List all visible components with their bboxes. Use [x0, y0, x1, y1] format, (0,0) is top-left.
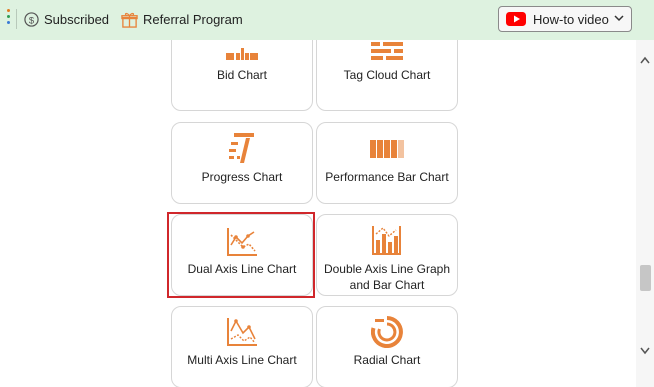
radial-chart-icon: [371, 316, 403, 348]
subscribed-label: Subscribed: [44, 11, 110, 27]
card-label: Dual Axis Line Chart: [187, 262, 297, 276]
how-to-video-dropdown[interactable]: How-to video: [498, 6, 632, 32]
chevron-down-icon: [614, 15, 624, 22]
card-label: Progress Chart: [201, 170, 283, 184]
chart-card-radial-chart[interactable]: Radial Chart: [316, 306, 458, 387]
svg-text:$: $: [29, 15, 35, 25]
chart-card-double-axis-line-graph-and-bar-chart[interactable]: Double Axis Line Graph and Bar Chart: [316, 214, 458, 296]
bid-chart-icon: [226, 48, 258, 60]
chart-card-tag-cloud-chart[interactable]: Tag Cloud Chart: [316, 40, 458, 111]
chart-card-progress-chart[interactable]: Progress Chart: [171, 122, 313, 204]
tag-cloud-chart-icon: [371, 42, 403, 60]
card-label: Bid Chart: [216, 68, 268, 82]
card-label: Radial Chart: [353, 353, 421, 367]
chart-card-dual-axis-line-chart[interactable]: Dual Axis Line Chart: [171, 214, 313, 296]
performance-bar-chart-icon: [370, 140, 404, 158]
dollar-circle-icon: $: [24, 11, 39, 27]
card-label: Multi Axis Line Chart: [187, 353, 297, 367]
youtube-icon: [506, 12, 526, 26]
top-bar: $ Subscribed Referral Program How-to vid…: [0, 0, 654, 40]
dual-axis-line-chart-icon: [227, 228, 257, 256]
subscribed-link[interactable]: $ Subscribed: [24, 8, 109, 30]
referral-program-label: Referral Program: [143, 11, 243, 27]
scrollbar-thumb[interactable]: [640, 265, 651, 291]
referral-program-link[interactable]: Referral Program: [121, 8, 243, 30]
scroll-down-arrow-icon[interactable]: [640, 347, 650, 355]
progress-chart-icon: [229, 133, 254, 163]
card-label: Performance Bar Chart: [325, 170, 449, 184]
divider: [16, 9, 17, 29]
card-label: Double Axis Line Graph and Bar Chart: [323, 262, 451, 292]
vertical-scrollbar[interactable]: [636, 40, 654, 387]
kebab-menu-icon[interactable]: [7, 9, 11, 29]
chart-type-list[interactable]: Bid Chart Tag Cloud Chart Progress Chart: [0, 40, 654, 387]
how-to-video-label: How-to video: [533, 11, 609, 27]
card-label: Tag Cloud Chart: [343, 68, 431, 82]
chart-card-bid-chart[interactable]: Bid Chart: [171, 40, 313, 111]
scroll-up-arrow-icon[interactable]: [640, 56, 650, 64]
chart-card-performance-bar-chart[interactable]: Performance Bar Chart: [316, 122, 458, 204]
chart-card-multi-axis-line-chart[interactable]: Multi Axis Line Chart: [171, 306, 313, 387]
gift-icon: [121, 12, 138, 28]
double-axis-line-bar-chart-icon: [372, 226, 401, 255]
multi-axis-line-chart-icon: [227, 318, 257, 346]
